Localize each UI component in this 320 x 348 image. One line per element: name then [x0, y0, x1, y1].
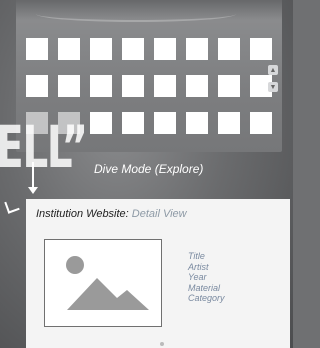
- artwork-tile[interactable]: [58, 75, 80, 97]
- artwork-metadata-list: Title Artist Year Material Category: [188, 251, 225, 304]
- artwork-tile[interactable]: [154, 38, 176, 60]
- artwork-tile[interactable]: [250, 38, 272, 60]
- arrow-down-icon: [28, 162, 38, 194]
- scroll-down-button[interactable]: ▼: [268, 82, 278, 92]
- metadata-material: Material: [188, 282, 221, 293]
- detail-view-subtitle: Detail View: [131, 208, 187, 220]
- institution-title: Institution Website:: [36, 208, 129, 220]
- metadata-artist: Artist: [188, 261, 209, 272]
- bottom-dot: [160, 342, 164, 346]
- artwork-tile[interactable]: [58, 38, 80, 60]
- metadata-year: Year: [188, 272, 207, 282]
- artwork-tile[interactable]: [218, 112, 240, 134]
- artwork-tile[interactable]: [186, 75, 208, 97]
- image-placeholder-icon: [44, 239, 162, 327]
- artwork-tile[interactable]: [250, 112, 272, 134]
- institution-card-title: Institution Website: Detail View: [36, 208, 187, 220]
- wave-decoration: [36, 6, 236, 22]
- artwork-tile[interactable]: [26, 38, 48, 60]
- metadata-title: Title: [188, 251, 205, 261]
- artwork-tile[interactable]: [154, 112, 176, 134]
- artwork-tile[interactable]: [90, 75, 112, 97]
- artwork-tile[interactable]: [122, 75, 144, 97]
- artwork-tile[interactable]: [26, 75, 48, 97]
- artwork-tile[interactable]: [122, 112, 144, 134]
- artwork-tile[interactable]: [154, 75, 176, 97]
- decorative-quote-text: ELL”: [0, 113, 88, 181]
- artwork-tile[interactable]: [90, 112, 112, 134]
- artwork-tile[interactable]: [186, 38, 208, 60]
- artwork-tile[interactable]: [186, 112, 208, 134]
- scroll-up-button[interactable]: ▲: [268, 65, 278, 75]
- artwork-tile[interactable]: [218, 38, 240, 60]
- dive-mode-label: Dive Mode (Explore): [94, 162, 204, 176]
- artwork-tile[interactable]: [218, 75, 240, 97]
- artwork-tile[interactable]: [90, 38, 112, 60]
- institution-detail-card: Institution Website: Detail View Title A…: [26, 199, 290, 348]
- metadata-category: Category: [188, 293, 225, 303]
- artwork-tile[interactable]: [122, 38, 144, 60]
